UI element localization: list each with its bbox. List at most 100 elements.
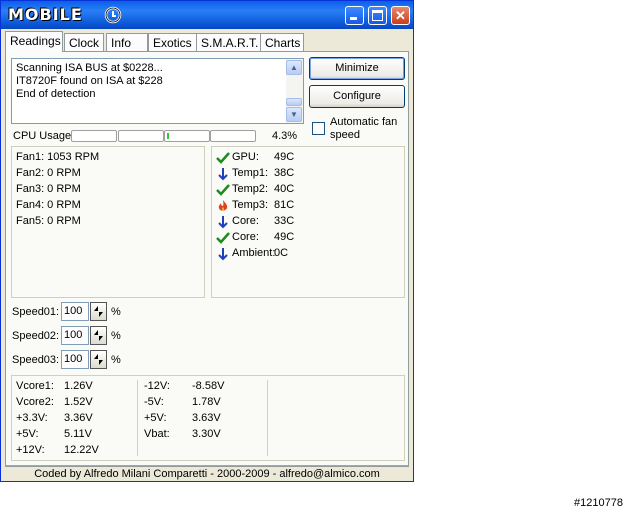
- tab-charts[interactable]: Charts: [260, 33, 304, 51]
- cpu-usage-value: 4.3%: [272, 130, 298, 142]
- automatic-fan-speed-label: Automatic fan speed: [330, 116, 398, 141]
- voltage-value: -8.58V: [192, 380, 225, 392]
- arrow-down-icon: [216, 167, 230, 181]
- image-watermark: #1210778: [574, 497, 623, 509]
- temperature-value: 49C: [274, 231, 295, 243]
- logo-gear-icon: [104, 6, 122, 24]
- configure-button[interactable]: Configure: [309, 85, 405, 108]
- cpu-usage-meter: [164, 130, 210, 142]
- spinner-arrows-icon: [94, 330, 103, 341]
- voltage-label: +5V:: [144, 412, 167, 424]
- footer-divider: [5, 465, 409, 466]
- temperature-value: 49C: [274, 151, 295, 163]
- temperature-label: Ambient:: [232, 247, 276, 259]
- arrow-down-icon: [216, 215, 230, 229]
- temperature-value: 81C: [274, 199, 295, 211]
- minimize-button[interactable]: Minimize: [309, 57, 405, 80]
- voltage-label: Vcore1:: [16, 380, 54, 392]
- fan-reading: Fan5: 0 RPM: [16, 215, 81, 227]
- log-line: IT8720F found on ISA at $228: [16, 75, 163, 87]
- voltages-group: Vcore1: 1.26V Vcore2: 1.52V +3.3V: 3.36V +5V: 5…: [11, 375, 405, 461]
- temperature-label: Temp1:: [232, 167, 269, 179]
- speed01-label: Speed01:: [12, 306, 60, 318]
- spinner-arrows-icon: [94, 354, 103, 365]
- voltage-label: +3.3V:: [16, 412, 48, 424]
- voltage-label: -5V:: [144, 396, 164, 408]
- voltage-value: 1.78V: [192, 396, 221, 408]
- voltage-value: 3.30V: [192, 428, 221, 440]
- fan-reading: Fan2: 0 RPM: [16, 167, 81, 179]
- temperature-label: Core:: [232, 231, 259, 243]
- cpu-usage-fill: [167, 133, 169, 139]
- scroll-thumb[interactable]: [286, 98, 302, 106]
- close-icon: ✕: [395, 8, 406, 23]
- speed01-unit: %: [111, 306, 121, 318]
- flame-icon: [216, 199, 230, 213]
- fan-reading: Fan1: 1053 RPM: [16, 151, 100, 163]
- cpu-usage-meter: [210, 130, 256, 142]
- speed01-spinner[interactable]: [90, 302, 107, 321]
- temperature-value: 0C: [274, 247, 289, 259]
- voltage-value: 3.36V: [64, 412, 93, 424]
- close-window-button[interactable]: ✕: [391, 6, 410, 25]
- app-logo: MOBILE: [6, 5, 124, 25]
- speed03-spinner[interactable]: [90, 350, 107, 369]
- speed03-label: Speed03:: [12, 354, 60, 366]
- voltage-value: 5.11V: [64, 428, 92, 440]
- tab-info[interactable]: Info: [106, 33, 148, 51]
- temperature-label: Temp3:: [232, 199, 269, 211]
- log-line: End of detection: [16, 88, 96, 100]
- voltage-value: 1.26V: [64, 380, 93, 392]
- log-line: Scanning ISA BUS at $0228...: [16, 62, 163, 74]
- temperature-label: Temp2:: [232, 183, 269, 195]
- voltage-label: Vcore2:: [16, 396, 54, 408]
- voltage-value: 1.52V: [64, 396, 93, 408]
- fans-group: Fan1: 1053 RPM Fan2: 0 RPM Fan3: 0 RPM F…: [11, 146, 205, 298]
- tab-readings[interactable]: Readings: [5, 31, 63, 52]
- divider: [137, 380, 138, 456]
- title-bar[interactable]: MOBILE ✕: [1, 1, 413, 29]
- temperature-value: 33C: [274, 215, 295, 227]
- scroll-down-icon[interactable]: ▼: [286, 107, 302, 122]
- log-scrollbar[interactable]: ▲ ▼: [286, 59, 303, 123]
- voltage-value: 3.63V: [192, 412, 221, 424]
- speed01-input[interactable]: 100: [61, 302, 89, 321]
- tab-clock[interactable]: Clock: [64, 33, 104, 51]
- app-window: MOBILE ✕ Readings Clock Info Exotics S.M…: [0, 0, 414, 482]
- cpu-usage-label: CPU Usage: [13, 130, 72, 142]
- scroll-up-icon[interactable]: ▲: [286, 60, 302, 75]
- voltage-value: 12.22V: [64, 444, 99, 456]
- temperature-label: Core:: [232, 215, 259, 227]
- tab-smart[interactable]: S.M.A.R.T.: [196, 33, 262, 51]
- cpu-usage-meter: [71, 130, 117, 142]
- automatic-fan-speed-checkbox[interactable]: [312, 122, 325, 135]
- speed02-spinner[interactable]: [90, 326, 107, 345]
- minimize-window-button[interactable]: [345, 6, 364, 25]
- speed02-label: Speed02:: [12, 330, 60, 342]
- voltage-label: -12V:: [144, 380, 170, 392]
- check-icon: [216, 183, 230, 197]
- speed02-input[interactable]: 100: [61, 326, 89, 345]
- fan-reading: Fan4: 0 RPM: [16, 199, 81, 211]
- speed03-input[interactable]: 100: [61, 350, 89, 369]
- voltage-label: +5V:: [16, 428, 39, 440]
- arrow-down-icon: [216, 247, 230, 261]
- tab-exotics[interactable]: Exotics: [148, 33, 198, 51]
- credits-footer: Coded by Alfredo Milani Comparetti - 200…: [34, 468, 380, 480]
- check-icon: [216, 231, 230, 245]
- temperature-label: GPU:: [232, 151, 259, 163]
- voltage-label: Vbat:: [144, 428, 170, 440]
- speed02-unit: %: [111, 330, 121, 342]
- divider: [267, 380, 268, 456]
- maximize-window-button[interactable]: [368, 6, 387, 25]
- detection-log[interactable]: Scanning ISA BUS at $0228... IT8720F fou…: [11, 58, 304, 124]
- spinner-arrows-icon: [94, 306, 103, 317]
- voltage-label: +12V:: [16, 444, 45, 456]
- temperatures-group: GPU: 49C Temp1: 38C Temp2: 40C Temp3: 81C Core: 3…: [211, 146, 405, 298]
- cpu-usage-meter: [118, 130, 164, 142]
- speed03-unit: %: [111, 354, 121, 366]
- temperature-value: 40C: [274, 183, 295, 195]
- temperature-value: 38C: [274, 167, 295, 179]
- fan-reading: Fan3: 0 RPM: [16, 183, 81, 195]
- check-icon: [216, 151, 230, 165]
